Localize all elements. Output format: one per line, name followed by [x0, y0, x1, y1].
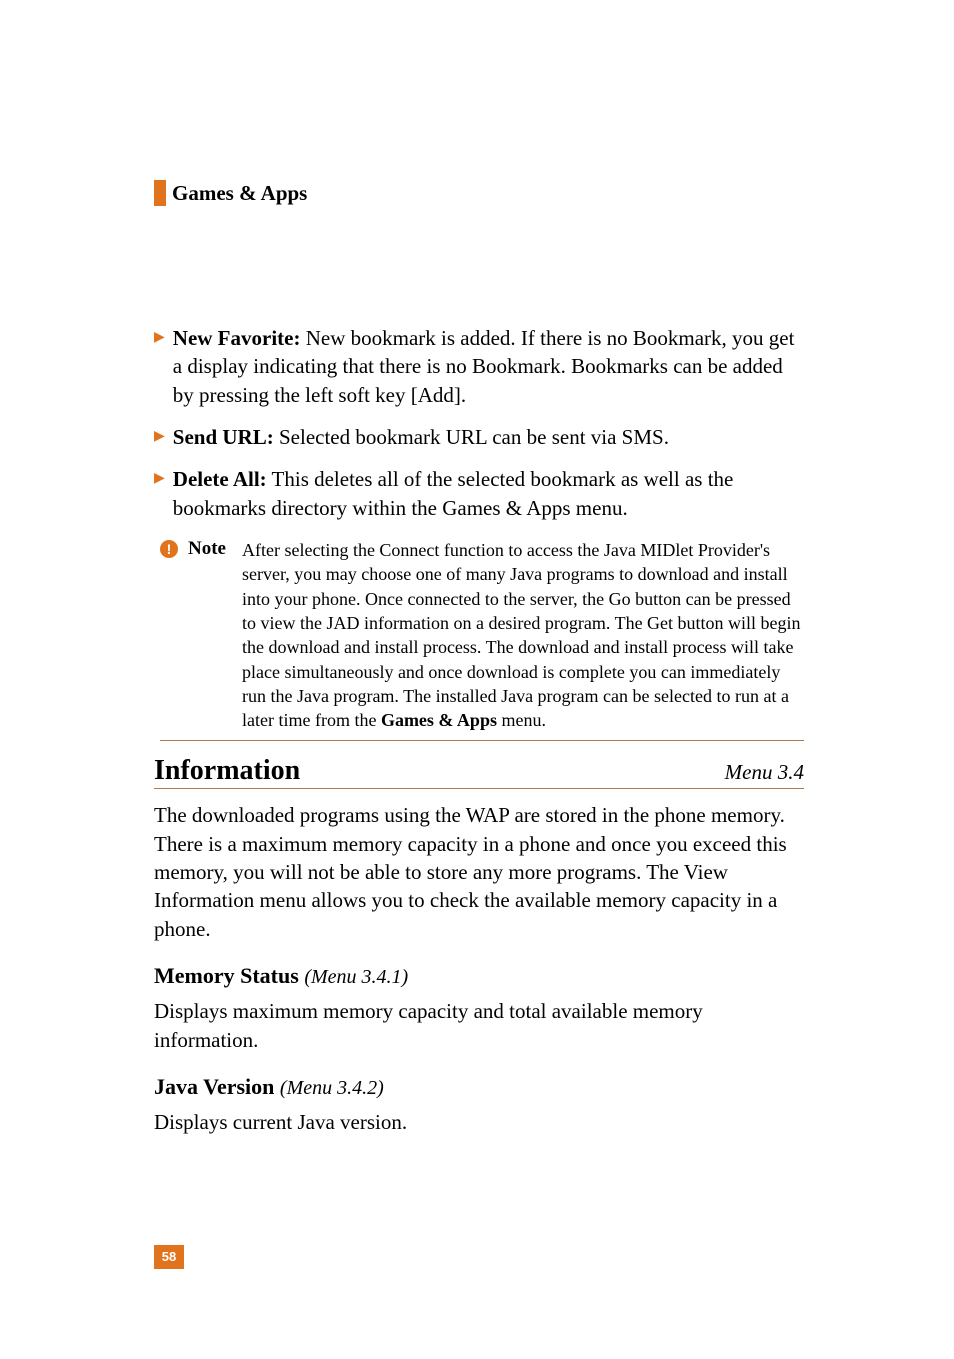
section-heading: Information Menu 3.4: [154, 755, 804, 789]
note-block: ! Note After selecting the Connect funct…: [160, 538, 804, 741]
alert-icon: !: [160, 540, 178, 558]
bullet-list: ▶ New Favorite: New bookmark is added. I…: [154, 324, 804, 522]
triangle-icon: ▶: [154, 465, 165, 493]
page-container: Games & Apps ▶ New Favorite: New bookmar…: [0, 0, 954, 1359]
subsection-heading: Memory Status (Menu 3.4.1): [154, 963, 804, 989]
subsection-paragraph: Displays maximum memory capacity and tot…: [154, 997, 804, 1054]
page-number: 58: [154, 1245, 184, 1269]
header-title: Games & Apps: [172, 181, 307, 206]
subsection-heading: Java Version (Menu 3.4.2): [154, 1074, 804, 1100]
list-item: ▶ New Favorite: New bookmark is added. I…: [154, 324, 804, 409]
note-body: After selecting the Connect function to …: [242, 538, 804, 732]
subsection-menu-ref: (Menu 3.4.1): [304, 966, 408, 988]
triangle-icon: ▶: [154, 423, 165, 451]
subsection-menu-ref: (Menu 3.4.2): [280, 1077, 384, 1099]
triangle-icon: ▶: [154, 324, 165, 352]
list-item-text: Send URL: Selected bookmark URL can be s…: [173, 423, 669, 451]
subsection-paragraph: Displays current Java version.: [154, 1108, 804, 1136]
list-item: ▶ Send URL: Selected bookmark URL can be…: [154, 423, 804, 451]
subsection-title: Memory Status: [154, 963, 304, 988]
section-title: Information: [154, 755, 300, 787]
page-header: Games & Apps: [154, 180, 804, 206]
subsection-title: Java Version: [154, 1074, 280, 1099]
list-item: ▶ Delete All: This deletes all of the se…: [154, 465, 804, 522]
list-item-text: Delete All: This deletes all of the sele…: [173, 465, 804, 522]
list-item-text: New Favorite: New bookmark is added. If …: [173, 324, 804, 409]
section-menu-ref: Menu 3.4: [725, 760, 804, 785]
section-paragraph: The downloaded programs using the WAP ar…: [154, 801, 804, 943]
header-accent-block: [154, 180, 166, 206]
note-label: Note: [188, 538, 226, 560]
